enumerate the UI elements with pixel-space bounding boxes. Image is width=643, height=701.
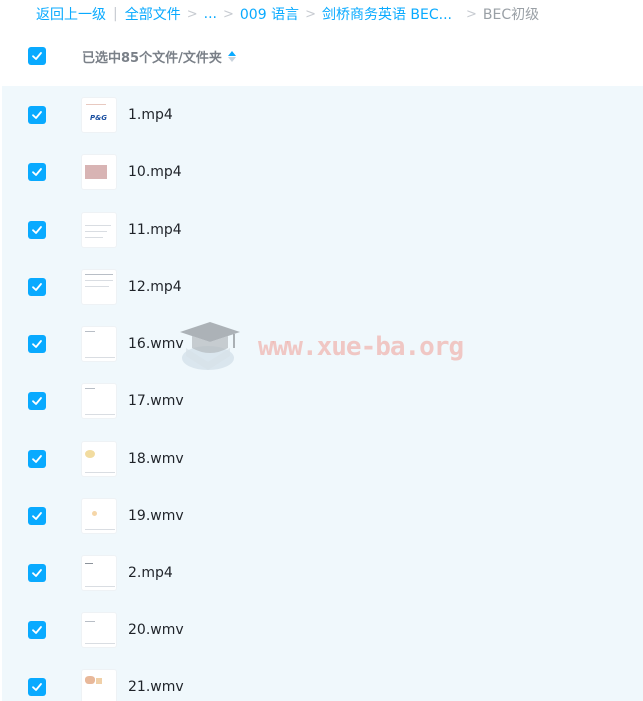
file-checkbox[interactable] [28,506,46,525]
file-name[interactable]: 20.wmv [128,622,184,638]
video-thumbnail[interactable] [81,268,117,305]
video-thumbnail[interactable] [81,554,117,591]
chevron-right-icon: > [466,6,477,22]
chevron-right-icon: > [222,6,234,22]
video-thumbnail[interactable] [81,497,117,534]
checkmark-icon [32,282,42,291]
file-name[interactable]: 17.wmv [128,393,184,409]
video-thumbnail[interactable]: P&G [81,96,117,133]
file-list: P&G 1.mp4 10.mp4 11.mp4 12.mp4 16.wmv 17.wmv 18… [2,86,643,701]
list-header: 已选中85个文件/文件夹 [0,28,643,84]
chevron-right-icon: > [186,6,198,22]
checkmark-icon [32,52,42,60]
file-checkbox[interactable] [28,277,46,296]
file-row[interactable]: 19.wmv [2,487,643,544]
file-row[interactable]: 2.mp4 [2,544,643,601]
file-checkbox[interactable] [28,391,46,410]
chevron-right-icon: > [305,6,316,22]
checkmark-icon [32,682,42,691]
file-name[interactable]: 19.wmv [128,508,184,524]
checkmark-icon [32,396,42,405]
file-row[interactable]: 10.mp4 [2,143,643,200]
checkmark-icon [32,339,42,348]
video-thumbnail[interactable] [81,153,117,190]
breadcrumb: 返回上一级 | 全部文件 > ... > 009 语言 > 剑桥商务英语 BEC… [0,0,643,28]
checkmark-icon [32,568,42,577]
file-row[interactable]: 12.mp4 [2,258,643,315]
file-name[interactable]: 18.wmv [128,451,184,467]
file-row[interactable]: 16.wmv [2,315,643,372]
breadcrumb-current: BEC初级 [482,7,540,23]
file-name[interactable]: 21.wmv [128,679,184,695]
file-checkbox[interactable] [28,677,46,696]
file-checkbox[interactable] [28,105,46,124]
checkmark-icon [32,625,42,634]
file-name[interactable]: 12.mp4 [128,279,182,295]
breadcrumb-folder-bec[interactable]: 剑桥商务英语 BEC... [322,4,452,24]
breadcrumb-all-files[interactable]: 全部文件 [125,4,181,24]
video-thumbnail[interactable] [81,611,117,648]
checkmark-icon [32,110,42,119]
file-checkbox[interactable] [28,449,46,468]
file-name[interactable]: 11.mp4 [128,222,182,238]
file-checkbox[interactable] [28,334,46,353]
select-all-checkbox[interactable] [28,47,46,65]
file-name[interactable]: 2.mp4 [128,565,173,581]
file-name[interactable]: 16.wmv [128,336,184,352]
file-row[interactable]: P&G 1.mp4 [2,86,643,143]
file-name[interactable]: 10.mp4 [128,164,182,180]
sort-icon[interactable] [227,50,236,62]
video-thumbnail[interactable] [81,440,117,477]
file-row[interactable]: 11.mp4 [2,201,643,258]
checkmark-icon [32,511,42,520]
file-row[interactable]: 21.wmv [2,658,643,701]
file-name[interactable]: 1.mp4 [128,107,173,123]
breadcrumb-folder-language[interactable]: 009 语言 [240,4,299,24]
video-thumbnail[interactable] [81,668,117,701]
checkmark-icon [32,225,42,234]
video-thumbnail[interactable] [81,211,117,248]
file-checkbox[interactable] [28,563,46,582]
video-thumbnail[interactable] [81,325,117,362]
file-checkbox[interactable] [28,162,46,181]
file-checkbox[interactable] [28,220,46,239]
selection-count-label: 已选中85个文件/文件夹 [82,50,222,66]
breadcrumb-ellipsis[interactable]: ... [204,6,217,22]
checkmark-icon [32,167,42,176]
file-checkbox[interactable] [28,620,46,639]
file-row[interactable]: 18.wmv [2,430,643,487]
breadcrumb-divider: | [113,6,118,22]
video-thumbnail[interactable] [81,382,117,419]
file-row[interactable]: 17.wmv [2,372,643,429]
back-link[interactable]: 返回上一级 [36,4,106,24]
checkmark-icon [32,454,42,463]
file-row[interactable]: 20.wmv [2,601,643,658]
